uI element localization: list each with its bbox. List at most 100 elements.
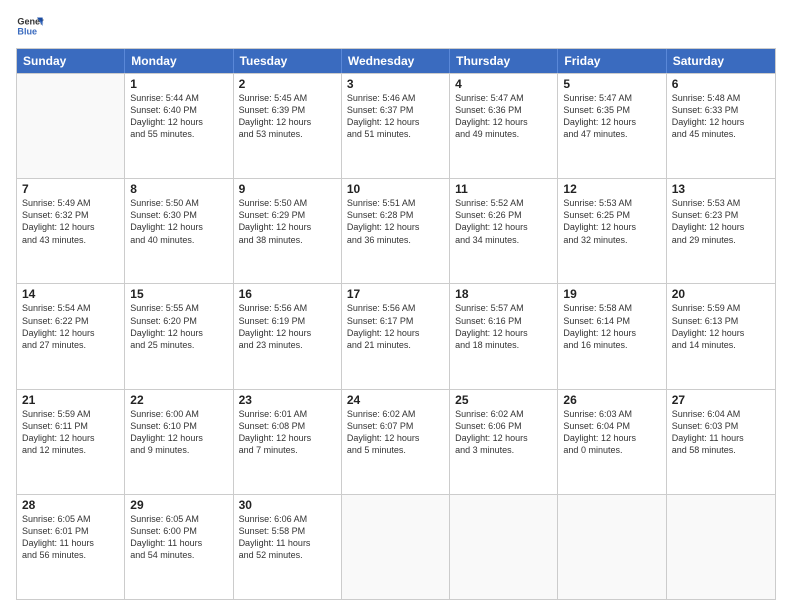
- day-info: Sunrise: 6:02 AM Sunset: 6:07 PM Dayligh…: [347, 408, 444, 457]
- day-info: Sunrise: 5:53 AM Sunset: 6:23 PM Dayligh…: [672, 197, 770, 246]
- calendar-cell: 11Sunrise: 5:52 AM Sunset: 6:26 PM Dayli…: [450, 179, 558, 283]
- day-number: 12: [563, 182, 660, 196]
- day-number: 28: [22, 498, 119, 512]
- logo: General Blue: [16, 12, 48, 40]
- calendar-cell: 6Sunrise: 5:48 AM Sunset: 6:33 PM Daylig…: [667, 74, 775, 178]
- day-info: Sunrise: 5:51 AM Sunset: 6:28 PM Dayligh…: [347, 197, 444, 246]
- day-info: Sunrise: 6:03 AM Sunset: 6:04 PM Dayligh…: [563, 408, 660, 457]
- calendar: SundayMondayTuesdayWednesdayThursdayFrid…: [16, 48, 776, 600]
- day-info: Sunrise: 5:58 AM Sunset: 6:14 PM Dayligh…: [563, 302, 660, 351]
- day-number: 17: [347, 287, 444, 301]
- calendar-cell: 4Sunrise: 5:47 AM Sunset: 6:36 PM Daylig…: [450, 74, 558, 178]
- calendar-cell: 24Sunrise: 6:02 AM Sunset: 6:07 PM Dayli…: [342, 390, 450, 494]
- day-info: Sunrise: 5:48 AM Sunset: 6:33 PM Dayligh…: [672, 92, 770, 141]
- calendar-cell: 3Sunrise: 5:46 AM Sunset: 6:37 PM Daylig…: [342, 74, 450, 178]
- day-number: 2: [239, 77, 336, 91]
- day-info: Sunrise: 6:04 AM Sunset: 6:03 PM Dayligh…: [672, 408, 770, 457]
- calendar-row-2: 14Sunrise: 5:54 AM Sunset: 6:22 PM Dayli…: [17, 283, 775, 388]
- day-number: 6: [672, 77, 770, 91]
- day-number: 8: [130, 182, 227, 196]
- day-info: Sunrise: 5:44 AM Sunset: 6:40 PM Dayligh…: [130, 92, 227, 141]
- day-info: Sunrise: 6:05 AM Sunset: 6:00 PM Dayligh…: [130, 513, 227, 562]
- day-info: Sunrise: 5:56 AM Sunset: 6:17 PM Dayligh…: [347, 302, 444, 351]
- day-number: 20: [672, 287, 770, 301]
- day-info: Sunrise: 5:45 AM Sunset: 6:39 PM Dayligh…: [239, 92, 336, 141]
- day-info: Sunrise: 5:57 AM Sunset: 6:16 PM Dayligh…: [455, 302, 552, 351]
- weekday-header-monday: Monday: [125, 49, 233, 73]
- day-number: 13: [672, 182, 770, 196]
- calendar-cell: 16Sunrise: 5:56 AM Sunset: 6:19 PM Dayli…: [234, 284, 342, 388]
- calendar-cell: 14Sunrise: 5:54 AM Sunset: 6:22 PM Dayli…: [17, 284, 125, 388]
- day-info: Sunrise: 6:02 AM Sunset: 6:06 PM Dayligh…: [455, 408, 552, 457]
- calendar-cell: 29Sunrise: 6:05 AM Sunset: 6:00 PM Dayli…: [125, 495, 233, 599]
- day-number: 3: [347, 77, 444, 91]
- day-info: Sunrise: 5:50 AM Sunset: 6:29 PM Dayligh…: [239, 197, 336, 246]
- weekday-header-wednesday: Wednesday: [342, 49, 450, 73]
- day-info: Sunrise: 5:47 AM Sunset: 6:35 PM Dayligh…: [563, 92, 660, 141]
- svg-text:Blue: Blue: [17, 26, 37, 36]
- calendar-row-0: 1Sunrise: 5:44 AM Sunset: 6:40 PM Daylig…: [17, 73, 775, 178]
- day-number: 24: [347, 393, 444, 407]
- day-number: 18: [455, 287, 552, 301]
- calendar-cell: 19Sunrise: 5:58 AM Sunset: 6:14 PM Dayli…: [558, 284, 666, 388]
- logo-icon: General Blue: [16, 12, 44, 40]
- calendar-header: SundayMondayTuesdayWednesdayThursdayFrid…: [17, 49, 775, 73]
- day-number: 10: [347, 182, 444, 196]
- day-number: 27: [672, 393, 770, 407]
- weekday-header-friday: Friday: [558, 49, 666, 73]
- day-number: 19: [563, 287, 660, 301]
- calendar-cell: 12Sunrise: 5:53 AM Sunset: 6:25 PM Dayli…: [558, 179, 666, 283]
- calendar-cell: 20Sunrise: 5:59 AM Sunset: 6:13 PM Dayli…: [667, 284, 775, 388]
- calendar-row-4: 28Sunrise: 6:05 AM Sunset: 6:01 PM Dayli…: [17, 494, 775, 599]
- calendar-cell: 1Sunrise: 5:44 AM Sunset: 6:40 PM Daylig…: [125, 74, 233, 178]
- calendar-cell: 8Sunrise: 5:50 AM Sunset: 6:30 PM Daylig…: [125, 179, 233, 283]
- day-number: 29: [130, 498, 227, 512]
- day-info: Sunrise: 6:00 AM Sunset: 6:10 PM Dayligh…: [130, 408, 227, 457]
- day-info: Sunrise: 5:53 AM Sunset: 6:25 PM Dayligh…: [563, 197, 660, 246]
- day-number: 9: [239, 182, 336, 196]
- day-info: Sunrise: 6:05 AM Sunset: 6:01 PM Dayligh…: [22, 513, 119, 562]
- calendar-cell: 13Sunrise: 5:53 AM Sunset: 6:23 PM Dayli…: [667, 179, 775, 283]
- day-number: 23: [239, 393, 336, 407]
- weekday-header-thursday: Thursday: [450, 49, 558, 73]
- calendar-row-3: 21Sunrise: 5:59 AM Sunset: 6:11 PM Dayli…: [17, 389, 775, 494]
- calendar-cell: 28Sunrise: 6:05 AM Sunset: 6:01 PM Dayli…: [17, 495, 125, 599]
- day-info: Sunrise: 5:52 AM Sunset: 6:26 PM Dayligh…: [455, 197, 552, 246]
- calendar-cell: 18Sunrise: 5:57 AM Sunset: 6:16 PM Dayli…: [450, 284, 558, 388]
- calendar-cell: 22Sunrise: 6:00 AM Sunset: 6:10 PM Dayli…: [125, 390, 233, 494]
- calendar-cell: 21Sunrise: 5:59 AM Sunset: 6:11 PM Dayli…: [17, 390, 125, 494]
- calendar-cell: 25Sunrise: 6:02 AM Sunset: 6:06 PM Dayli…: [450, 390, 558, 494]
- day-info: Sunrise: 5:46 AM Sunset: 6:37 PM Dayligh…: [347, 92, 444, 141]
- day-number: 11: [455, 182, 552, 196]
- calendar-cell: 10Sunrise: 5:51 AM Sunset: 6:28 PM Dayli…: [342, 179, 450, 283]
- day-number: 25: [455, 393, 552, 407]
- calendar-cell: 23Sunrise: 6:01 AM Sunset: 6:08 PM Dayli…: [234, 390, 342, 494]
- day-number: 15: [130, 287, 227, 301]
- day-number: 14: [22, 287, 119, 301]
- day-info: Sunrise: 5:55 AM Sunset: 6:20 PM Dayligh…: [130, 302, 227, 351]
- weekday-header-sunday: Sunday: [17, 49, 125, 73]
- calendar-cell: 2Sunrise: 5:45 AM Sunset: 6:39 PM Daylig…: [234, 74, 342, 178]
- day-info: Sunrise: 5:54 AM Sunset: 6:22 PM Dayligh…: [22, 302, 119, 351]
- calendar-cell: 15Sunrise: 5:55 AM Sunset: 6:20 PM Dayli…: [125, 284, 233, 388]
- calendar-cell: 17Sunrise: 5:56 AM Sunset: 6:17 PM Dayli…: [342, 284, 450, 388]
- day-info: Sunrise: 6:01 AM Sunset: 6:08 PM Dayligh…: [239, 408, 336, 457]
- calendar-cell: 9Sunrise: 5:50 AM Sunset: 6:29 PM Daylig…: [234, 179, 342, 283]
- day-number: 1: [130, 77, 227, 91]
- day-number: 16: [239, 287, 336, 301]
- day-number: 26: [563, 393, 660, 407]
- calendar-cell: [342, 495, 450, 599]
- calendar-cell: 5Sunrise: 5:47 AM Sunset: 6:35 PM Daylig…: [558, 74, 666, 178]
- weekday-header-saturday: Saturday: [667, 49, 775, 73]
- day-info: Sunrise: 5:56 AM Sunset: 6:19 PM Dayligh…: [239, 302, 336, 351]
- calendar-cell: [450, 495, 558, 599]
- day-number: 21: [22, 393, 119, 407]
- day-info: Sunrise: 6:06 AM Sunset: 5:58 PM Dayligh…: [239, 513, 336, 562]
- day-number: 5: [563, 77, 660, 91]
- day-number: 30: [239, 498, 336, 512]
- day-number: 4: [455, 77, 552, 91]
- calendar-cell: [667, 495, 775, 599]
- calendar-cell: [558, 495, 666, 599]
- day-number: 22: [130, 393, 227, 407]
- day-info: Sunrise: 5:50 AM Sunset: 6:30 PM Dayligh…: [130, 197, 227, 246]
